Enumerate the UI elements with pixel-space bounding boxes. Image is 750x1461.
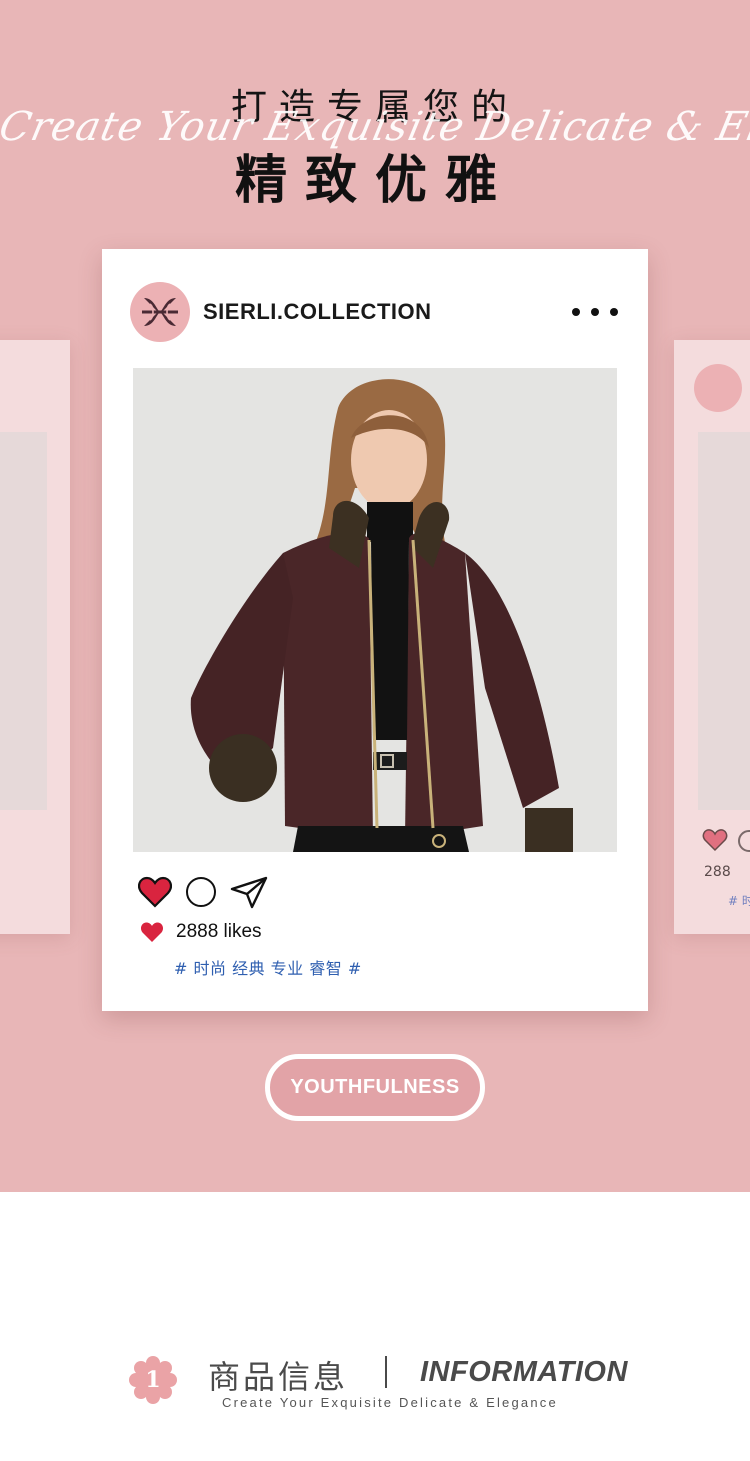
next-post-avatar — [694, 364, 742, 412]
hero-title-line2: 精致优雅 — [234, 151, 515, 211]
youthfulness-tag-button[interactable]: YOUTHFULNESS — [265, 1054, 485, 1121]
brand-avatar[interactable] — [130, 282, 190, 342]
share-icon[interactable] — [230, 875, 268, 909]
post-actions — [138, 874, 268, 910]
section-number: 1 — [145, 1367, 161, 1393]
likes-row: 2888 likes — [140, 921, 262, 943]
dot — [572, 308, 580, 316]
brand-logo-icon — [142, 298, 178, 326]
post-hashtags[interactable]: # 时尚 经典 专业 睿智 # — [174, 955, 362, 979]
next-post-tags: # 时 — [728, 894, 750, 908]
model-photo-illustration — [133, 368, 617, 852]
comment-icon — [738, 830, 750, 852]
dot — [591, 308, 599, 316]
information-section-header: 1 商品信息 INFORMATION Create Your Exquisite… — [0, 1350, 750, 1430]
account-name[interactable]: SIERLI.COLLECTION — [203, 299, 432, 325]
more-dots-icon[interactable] — [572, 298, 618, 326]
section-title-cn: 商品信息 — [208, 1358, 349, 1396]
heart-icon — [702, 829, 728, 852]
previous-post-photo — [0, 432, 47, 810]
dot — [610, 308, 618, 316]
hero-section: 打造专属您的 Create Your Exquisite Delicate & … — [0, 0, 750, 1192]
heart-icon — [140, 922, 164, 942]
section-divider — [385, 1356, 387, 1388]
next-post-likes: 288 — [704, 864, 731, 880]
section-subtitle: Create Your Exquisite Delicate & Eleganc… — [222, 1395, 558, 1410]
post-photo — [133, 368, 617, 852]
section-title-en: INFORMATION — [420, 1356, 628, 1388]
heart-icon[interactable] — [138, 876, 172, 908]
likes-count: 2888 likes — [176, 921, 262, 942]
tag-button-label: YOUTHFULNESS — [290, 1076, 460, 1098]
comment-icon[interactable] — [186, 877, 216, 907]
next-post-photo — [698, 432, 750, 810]
next-post-card[interactable]: 288 # 时 — [674, 340, 750, 934]
post-card: SIERLI.COLLECTION 2888 likes # 时尚 经典 专业 … — [102, 249, 648, 1011]
previous-post-card[interactable] — [0, 340, 70, 934]
